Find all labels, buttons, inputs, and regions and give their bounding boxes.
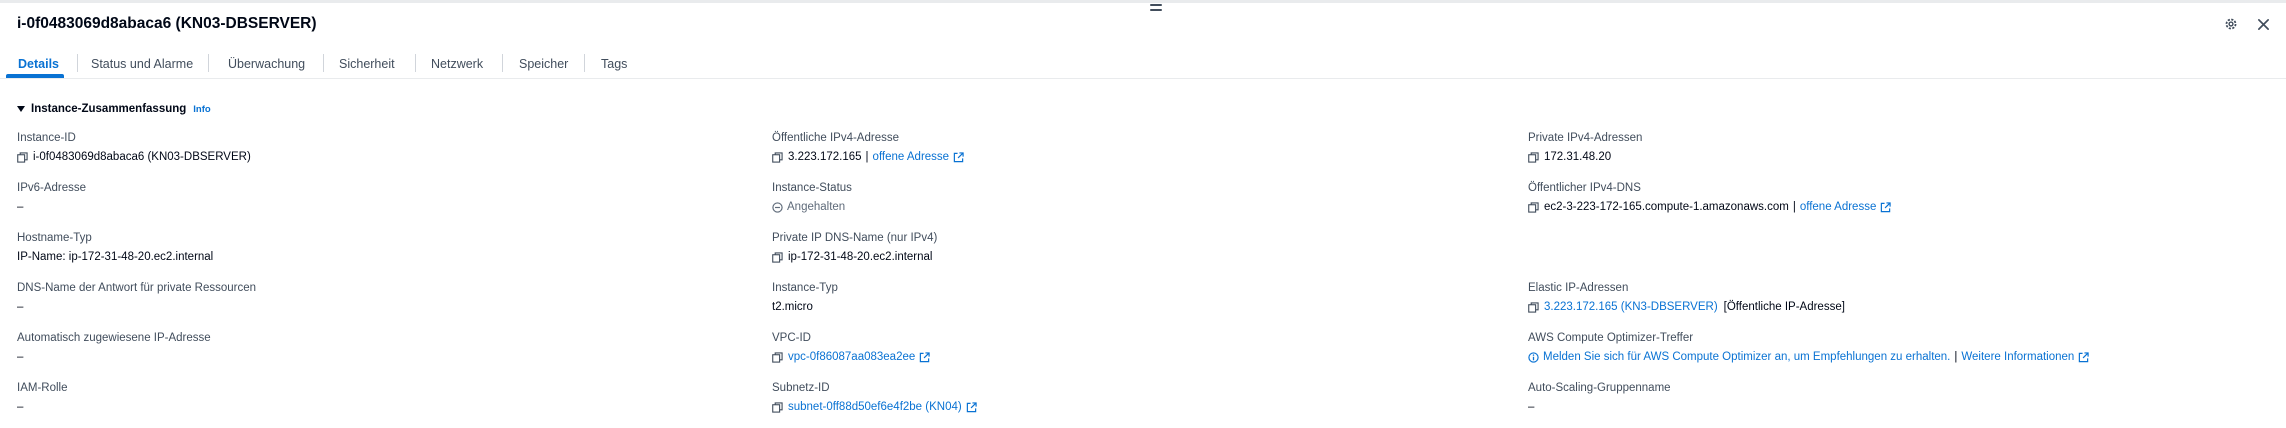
learn-more-link[interactable]: Weitere Informationen xyxy=(1961,350,2074,364)
tab-divider xyxy=(208,54,209,72)
field-label: Öffentlicher IPv4-DNS xyxy=(1528,182,1641,194)
external-link-icon[interactable] xyxy=(2078,351,2090,363)
field-label: Subnetz-ID xyxy=(772,382,830,394)
field-public-ipv4: Öffentliche IPv4-Adresse 3.223.172.165 |… xyxy=(772,131,964,164)
field-value: ec2-3-223-172-165.compute-1.amazonaws.co… xyxy=(1544,201,1789,213)
external-link-icon[interactable] xyxy=(966,401,977,413)
field-public-dns: Öffentlicher IPv4-DNS ec2-3-223-172-165.… xyxy=(1528,181,1892,214)
field-label: Elastic IP-Adressen xyxy=(1528,282,1629,294)
open-address-link[interactable]: offene Adresse xyxy=(1800,200,1877,214)
field-private-dns: Private IP DNS-Name (nur IPv4) ip-172-31… xyxy=(772,231,937,264)
field-vpc-id: VPC-ID vpc-0f86087aa083ea2ee xyxy=(772,331,930,364)
field-subnet-id: Subnetz-ID subnet-0ff88d50ef6e4f2be (KN0… xyxy=(772,381,977,414)
caret-down-icon[interactable] xyxy=(17,106,25,112)
gear-icon[interactable] xyxy=(2223,16,2239,32)
tab-tags[interactable]: Tags xyxy=(601,57,627,71)
field-label: Automatisch zugewiesene IP-Adresse xyxy=(17,332,211,344)
copy-icon[interactable] xyxy=(772,151,783,163)
field-label: Auto-Scaling-Gruppenname xyxy=(1528,382,1671,394)
field-instance-id: Instance-ID i-0f0483069d8abaca6 (KN03-DB… xyxy=(17,131,251,164)
field-auto-ip: Automatisch zugewiesene IP-Adresse – xyxy=(17,331,211,364)
section-header[interactable]: Instance-Zusammenfassung Info xyxy=(17,103,211,115)
field-hostname-type: Hostname-Typ IP-Name: ip-172-31-48-20.ec… xyxy=(17,231,213,264)
field-elastic-ip: Elastic IP-Adressen 3.223.172.165 (KN3-D… xyxy=(1528,281,1845,314)
vpc-link[interactable]: vpc-0f86087aa083ea2ee xyxy=(788,350,915,364)
separator: | xyxy=(865,151,869,163)
field-value: 172.31.48.20 xyxy=(1544,151,1612,163)
field-instance-type: Instance-Typ t2.micro xyxy=(772,281,838,314)
tab-divider xyxy=(502,54,503,72)
copy-icon[interactable] xyxy=(1528,151,1539,163)
field-value: IP-Name: ip-172-31-48-20.ec2.internal xyxy=(17,251,214,263)
field-value: – xyxy=(17,351,24,363)
field-label: Instance-Typ xyxy=(772,282,838,294)
separator: | xyxy=(1792,201,1796,213)
page-title: i-0f0483069d8abaca6 (KN03-DBSERVER) xyxy=(17,15,317,32)
active-tab-indicator xyxy=(6,74,64,78)
tab-storage[interactable]: Speicher xyxy=(519,57,568,71)
field-label: Private IP DNS-Name (nur IPv4) xyxy=(772,232,938,244)
optimizer-opt-in-link[interactable]: Melden Sie sich für AWS Compute Optimize… xyxy=(1543,350,1950,364)
copy-icon[interactable] xyxy=(1528,201,1539,213)
external-link-icon[interactable] xyxy=(953,151,964,163)
field-value: ip-172-31-48-20.ec2.internal xyxy=(788,251,933,263)
field-ipv6: IPv6-Adresse – xyxy=(17,181,86,214)
field-value: – xyxy=(17,301,24,313)
field-label: VPC-ID xyxy=(772,332,811,344)
field-iam-role: IAM-Rolle – xyxy=(17,381,67,414)
field-compute-optimizer: AWS Compute Optimizer-Treffer Melden Sie… xyxy=(1528,331,2090,364)
tab-divider xyxy=(323,54,324,72)
copy-icon[interactable] xyxy=(772,401,783,413)
copy-icon[interactable] xyxy=(17,151,28,163)
field-suffix: [Öffentliche IP-Adresse] xyxy=(1723,301,1845,313)
tab-divider xyxy=(415,54,416,72)
field-label: IPv6-Adresse xyxy=(17,182,87,194)
field-label: IAM-Rolle xyxy=(17,382,68,394)
field-private-ipv4: Private IPv4-Adressen 172.31.48.20 xyxy=(1528,131,1642,164)
field-value: – xyxy=(1528,401,1535,413)
external-link-icon[interactable] xyxy=(919,351,930,363)
drag-handle-icon[interactable] xyxy=(1150,4,1162,14)
top-border xyxy=(0,0,2286,3)
field-label: Hostname-Typ xyxy=(17,232,92,244)
tab-security[interactable]: Sicherheit xyxy=(339,57,395,71)
external-link-icon[interactable] xyxy=(1880,201,1892,213)
section-title: Instance-Zusammenfassung xyxy=(31,103,187,115)
tab-network[interactable]: Netzwerk xyxy=(431,57,483,71)
field-label: AWS Compute Optimizer-Treffer xyxy=(1528,332,1694,344)
tab-status-alarms[interactable]: Status und Alarme xyxy=(91,57,193,71)
field-label: DNS-Name der Antwort für private Ressour… xyxy=(17,282,257,294)
field-label: Private IPv4-Adressen xyxy=(1528,132,1643,144)
tab-monitoring[interactable]: Überwachung xyxy=(228,57,305,71)
field-value: i-0f0483069d8abaca6 (KN03-DBSERVER) xyxy=(33,151,251,163)
copy-icon[interactable] xyxy=(772,251,783,263)
field-value: 3.223.172.165 xyxy=(788,151,862,163)
status-text: Angehalten xyxy=(787,201,846,213)
stopped-status-icon xyxy=(772,201,783,213)
tab-divider xyxy=(77,54,78,72)
field-dns-answer: DNS-Name der Antwort für private Ressour… xyxy=(17,281,256,314)
field-label: Öffentliche IPv4-Adresse xyxy=(772,132,899,144)
field-asg-name: Auto-Scaling-Gruppenname – xyxy=(1528,381,1671,414)
copy-icon[interactable] xyxy=(1528,301,1539,313)
field-label: Instance-Status xyxy=(772,182,852,194)
tab-divider xyxy=(584,54,585,72)
field-instance-status: Instance-Status Angehalten xyxy=(772,181,852,214)
info-icon xyxy=(1528,351,1539,363)
field-label: Instance-ID xyxy=(17,132,76,144)
field-value: t2.micro xyxy=(772,301,813,313)
elastic-ip-link[interactable]: 3.223.172.165 (KN3-DBSERVER) xyxy=(1544,300,1718,314)
tab-details[interactable]: Details xyxy=(18,57,59,71)
field-value: – xyxy=(17,201,24,213)
open-address-link[interactable]: offene Adresse xyxy=(873,150,950,164)
copy-icon[interactable] xyxy=(772,351,783,363)
separator: | xyxy=(1954,351,1958,363)
subnet-link[interactable]: subnet-0ff88d50ef6e4f2be (KN04) xyxy=(788,400,962,414)
close-icon[interactable] xyxy=(2255,16,2271,32)
info-link[interactable]: Info xyxy=(193,104,210,115)
field-value: – xyxy=(17,401,24,413)
